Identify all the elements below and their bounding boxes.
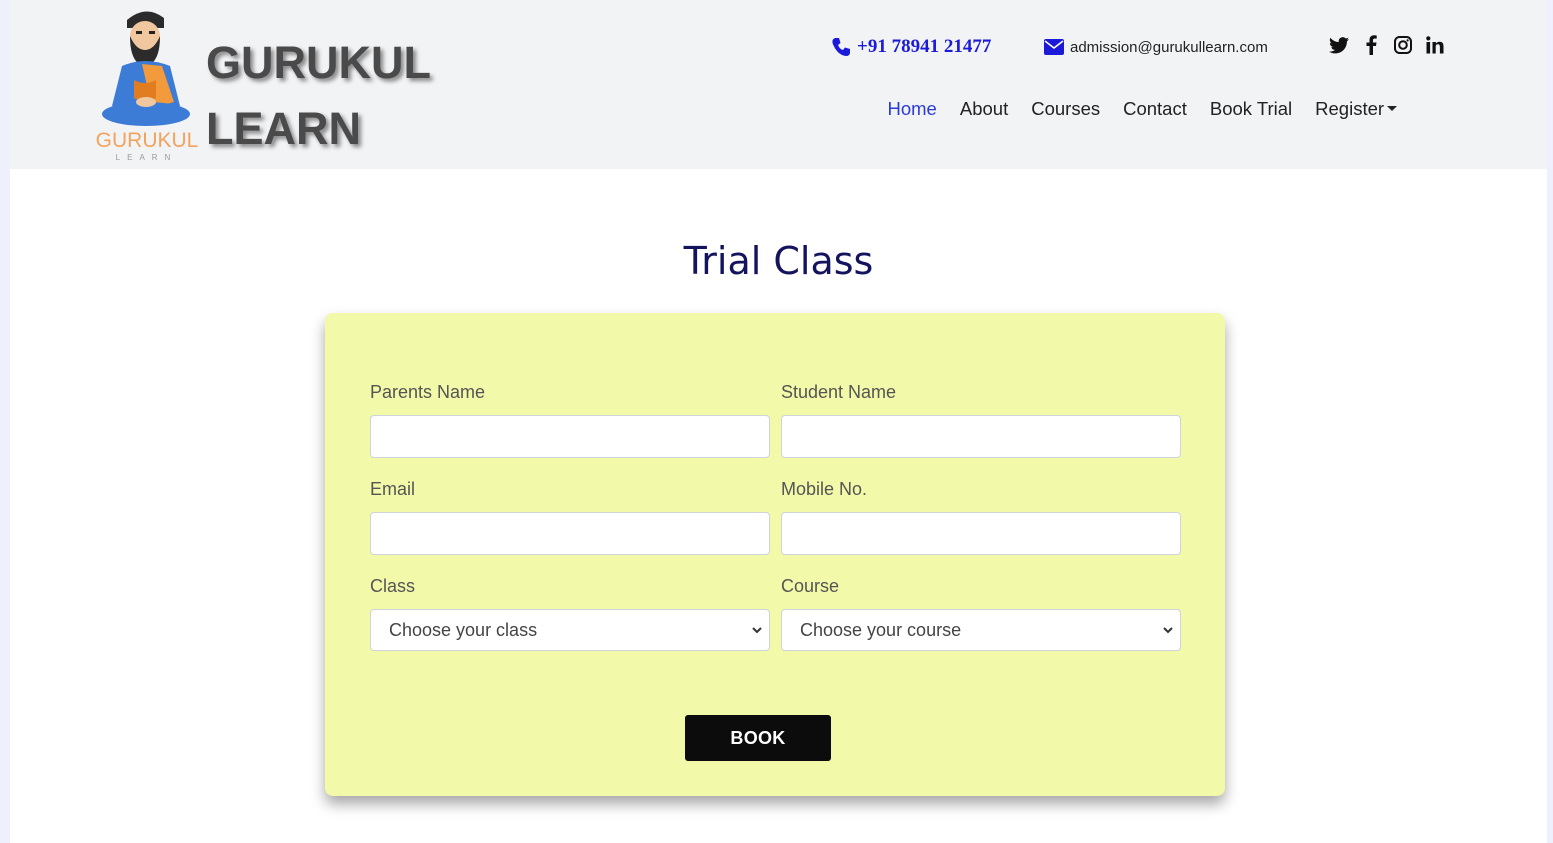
parents-name-label: Parents Name	[370, 382, 486, 402]
student-name-input[interactable]	[781, 415, 1181, 458]
nav-item-register[interactable]: Register	[1304, 96, 1409, 122]
book-button[interactable]: BOOK	[685, 715, 831, 761]
mobile-input[interactable]	[781, 512, 1181, 555]
twitter-icon[interactable]	[1328, 33, 1350, 57]
page: GURUKUL LEARN GURUKUL LEARN +91 78941 21…	[10, 0, 1547, 843]
mascot-icon	[102, 11, 190, 126]
email-label: Email	[370, 479, 416, 499]
facebook-icon[interactable]	[1360, 33, 1382, 57]
parents-name-input[interactable]	[370, 415, 770, 458]
brand-line-2: LEARN	[206, 103, 361, 154]
brand-name[interactable]: GURUKUL LEARN	[206, 30, 431, 162]
main-nav: Home About Courses Contact Book Trial Re…	[876, 96, 1409, 122]
course-select-value: Choose your course	[800, 620, 962, 640]
course-field: Course Choose your course	[781, 573, 1181, 651]
brand-line-1: GURUKUL	[206, 37, 431, 88]
logo-subtext: LEARN	[115, 153, 178, 162]
email-input[interactable]	[370, 512, 770, 555]
class-select[interactable]: Choose your class	[370, 609, 770, 651]
phone-contact[interactable]: +91 78941 21477	[831, 34, 991, 60]
email-field: Email	[370, 476, 770, 555]
site-header: GURUKUL LEARN GURUKUL LEARN +91 78941 21…	[10, 0, 1547, 169]
parents-name-field: Parents Name	[370, 379, 770, 458]
social-links	[1328, 33, 1456, 57]
class-label: Class	[370, 576, 416, 596]
chevron-down-icon	[752, 627, 762, 634]
linkedin-icon[interactable]	[1424, 33, 1446, 57]
logo-text: GURUKUL	[95, 129, 199, 152]
nav-item-book-trial[interactable]: Book Trial	[1198, 96, 1303, 122]
nav-item-courses[interactable]: Courses	[1020, 96, 1112, 122]
class-select-value: Choose your class	[389, 620, 538, 640]
nav-item-contact[interactable]: Contact	[1112, 96, 1199, 122]
email-address: admission@gurukullearn.com	[1070, 38, 1268, 56]
student-name-field: Student Name	[781, 379, 1181, 458]
nav-item-about[interactable]: About	[948, 96, 1019, 122]
course-label: Course	[781, 576, 840, 596]
trial-class-form: Parents Name Student Name Email Mobile N…	[325, 313, 1225, 796]
page-title: Trial Class	[683, 239, 874, 284]
student-name-label: Student Name	[781, 382, 897, 402]
email-contact[interactable]: admission@gurukullearn.com	[1044, 34, 1268, 60]
envelope-icon	[1044, 39, 1064, 55]
course-select[interactable]: Choose your course	[781, 609, 1181, 651]
chevron-down-icon	[1163, 627, 1173, 634]
logo[interactable]: GURUKUL LEARN	[94, 6, 199, 166]
nav-item-home[interactable]: Home	[876, 96, 948, 122]
nav-item-register-label: Register	[1315, 98, 1385, 119]
mobile-label: Mobile No.	[781, 479, 868, 499]
phone-icon	[832, 38, 850, 56]
class-field: Class Choose your class	[370, 573, 770, 651]
caret-down-icon	[1387, 106, 1398, 111]
mobile-field: Mobile No.	[781, 476, 1181, 555]
phone-number: +91 78941 21477	[857, 36, 992, 57]
instagram-icon[interactable]	[1392, 33, 1414, 57]
